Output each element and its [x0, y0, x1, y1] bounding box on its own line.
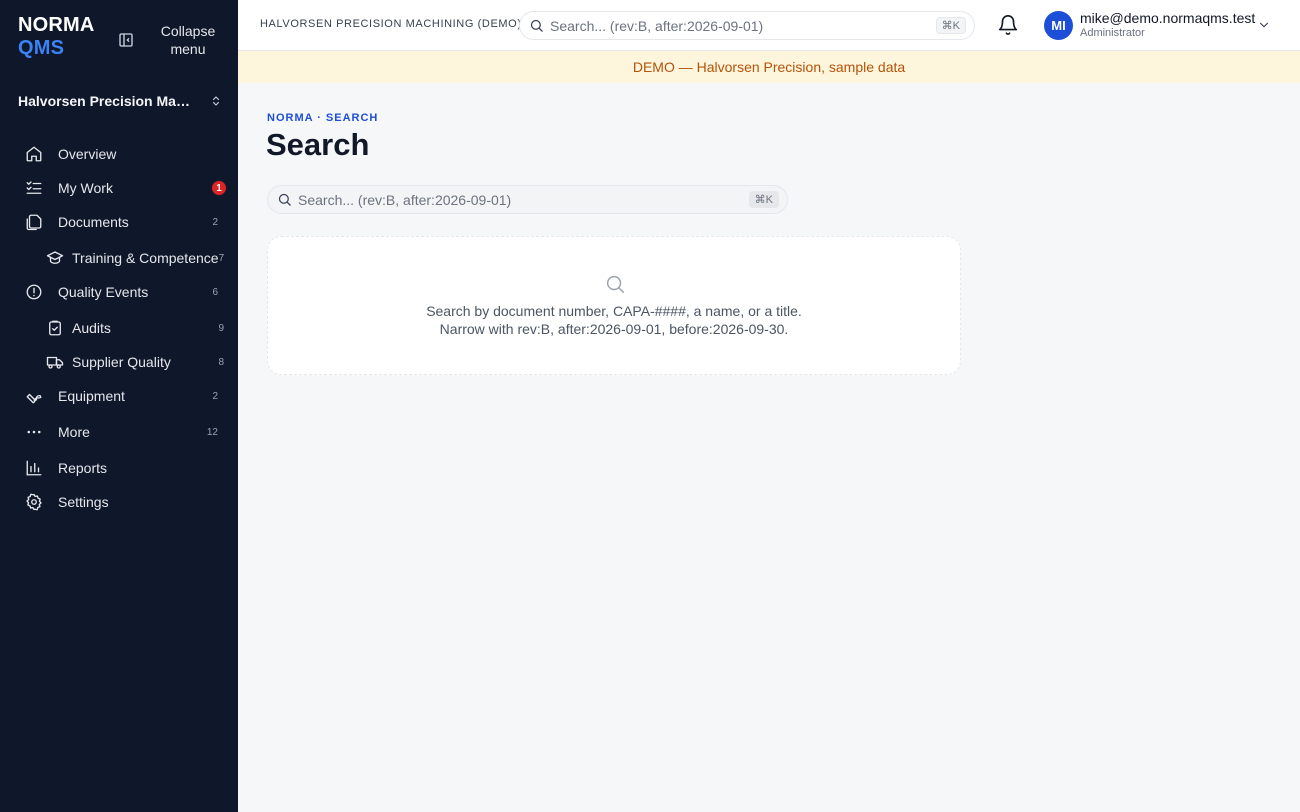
search-placeholder: Search... (rev:B, after:2026-09-01) [298, 191, 512, 208]
empty-state-hint: Narrow with rev:B, after:2026-09-01, bef… [439, 321, 789, 337]
clipboard-check-icon [46, 318, 64, 338]
page-title: Search [266, 127, 370, 162]
chevron-down-icon[interactable] [1257, 18, 1271, 32]
sidebar-item-my-work[interactable]: My Work 1 [16, 172, 228, 204]
item-count: 6 [212, 286, 218, 298]
gear-icon [24, 492, 44, 512]
sidebar-item-more[interactable]: More 12 [16, 416, 228, 448]
sidebar-item-label: Training & Competence [72, 250, 219, 266]
checklist-icon [24, 178, 44, 198]
wrench-icon [24, 386, 44, 406]
sidebar-item-training[interactable]: Training & Competence 7 [16, 242, 228, 274]
bar-chart-icon [24, 458, 44, 478]
sidebar-item-label: Overview [58, 146, 117, 162]
sidebar-item-label: Settings [58, 494, 109, 510]
app-logo[interactable]: NORMA QMS [18, 14, 95, 60]
sidebar-item-label: Quality Events [58, 284, 149, 300]
graduation-cap-icon [46, 248, 64, 268]
global-search-input[interactable]: Search... (rev:B, after:2026-09-01) ⌘K [519, 11, 975, 40]
sidebar-item-label: More [58, 424, 90, 440]
empty-state-hint: Search by document number, CAPA-####, a … [426, 303, 802, 319]
item-count: 8 [218, 356, 224, 368]
org-label: HALVORSEN PRECISION MACHINING (DEMO) [260, 18, 522, 30]
sidebar-item-label: Supplier Quality [72, 354, 171, 370]
shortcut-hint: ⌘K [748, 191, 779, 208]
search-input[interactable]: Search... (rev:B, after:2026-09-01) ⌘K [267, 185, 788, 214]
home-icon [24, 144, 44, 164]
item-count: 12 [206, 426, 218, 438]
sidebar-item-reports[interactable]: Reports [16, 452, 228, 484]
shortcut-hint: ⌘K [935, 17, 966, 34]
user-role: Administrator [1080, 27, 1145, 39]
truck-icon [46, 352, 64, 372]
collapse-menu-label: Collapse menu [160, 23, 216, 57]
user-email: mike@demo.normaqms.test [1080, 10, 1256, 26]
sidebar-item-documents[interactable]: Documents 2 [16, 206, 228, 238]
breadcrumb: NORMA · SEARCH [267, 112, 379, 124]
sidebar-item-label: Equipment [58, 388, 125, 404]
topbar: HALVORSEN PRECISION MACHINING (DEMO) Sea… [238, 0, 1300, 51]
sidebar-item-settings[interactable]: Settings [16, 486, 228, 518]
sidebar-item-label: Audits [72, 320, 111, 336]
avatar[interactable]: MI [1044, 11, 1073, 40]
logo-line1: NORMA [18, 14, 95, 36]
empty-state-card: Search by document number, CAPA-####, a … [267, 236, 961, 375]
bell-icon[interactable] [997, 14, 1019, 36]
chevron-up-down-icon [212, 96, 220, 106]
item-count: 9 [218, 322, 224, 334]
demo-banner: DEMO — Halvorsen Precision, sample data [238, 51, 1300, 83]
notification-badge: 1 [212, 181, 226, 195]
org-switcher[interactable]: Halvorsen Precision Machi... [18, 89, 222, 113]
alert-circle-icon [24, 282, 44, 302]
sidebar-item-audits[interactable]: Audits 9 [16, 312, 228, 344]
sidebar-item-label: Reports [58, 460, 108, 476]
sidebar-item-equipment[interactable]: Equipment 2 [16, 380, 228, 412]
search-icon [530, 19, 543, 32]
more-dots-icon [24, 422, 44, 442]
sidebar: NORMA QMS Collapse menu Halvorsen Precis… [0, 0, 238, 812]
item-count: 7 [218, 252, 225, 264]
search-icon [278, 193, 291, 206]
sidebar-item-overview[interactable]: Overview [16, 138, 228, 170]
documents-icon [24, 212, 44, 232]
user-menu[interactable]: mike@demo.normaqms.test Administrator [1080, 10, 1255, 40]
sidebar-toggle-icon [119, 33, 133, 47]
logo-line2: QMS [18, 37, 65, 59]
item-count: 2 [212, 390, 218, 402]
sidebar-item-label: Documents [58, 214, 129, 230]
org-name: Halvorsen Precision Machi... [18, 93, 196, 109]
collapse-menu-button[interactable]: Collapse menu [118, 22, 228, 58]
search-placeholder: Search... (rev:B, after:2026-09-01) [550, 17, 764, 34]
item-count: 2 [212, 216, 218, 228]
sidebar-item-label: My Work [58, 180, 113, 196]
sidebar-item-quality-events[interactable]: Quality Events 6 [16, 276, 228, 308]
sidebar-item-supplier-quality[interactable]: Supplier Quality 8 [16, 346, 228, 378]
search-icon [606, 275, 624, 293]
